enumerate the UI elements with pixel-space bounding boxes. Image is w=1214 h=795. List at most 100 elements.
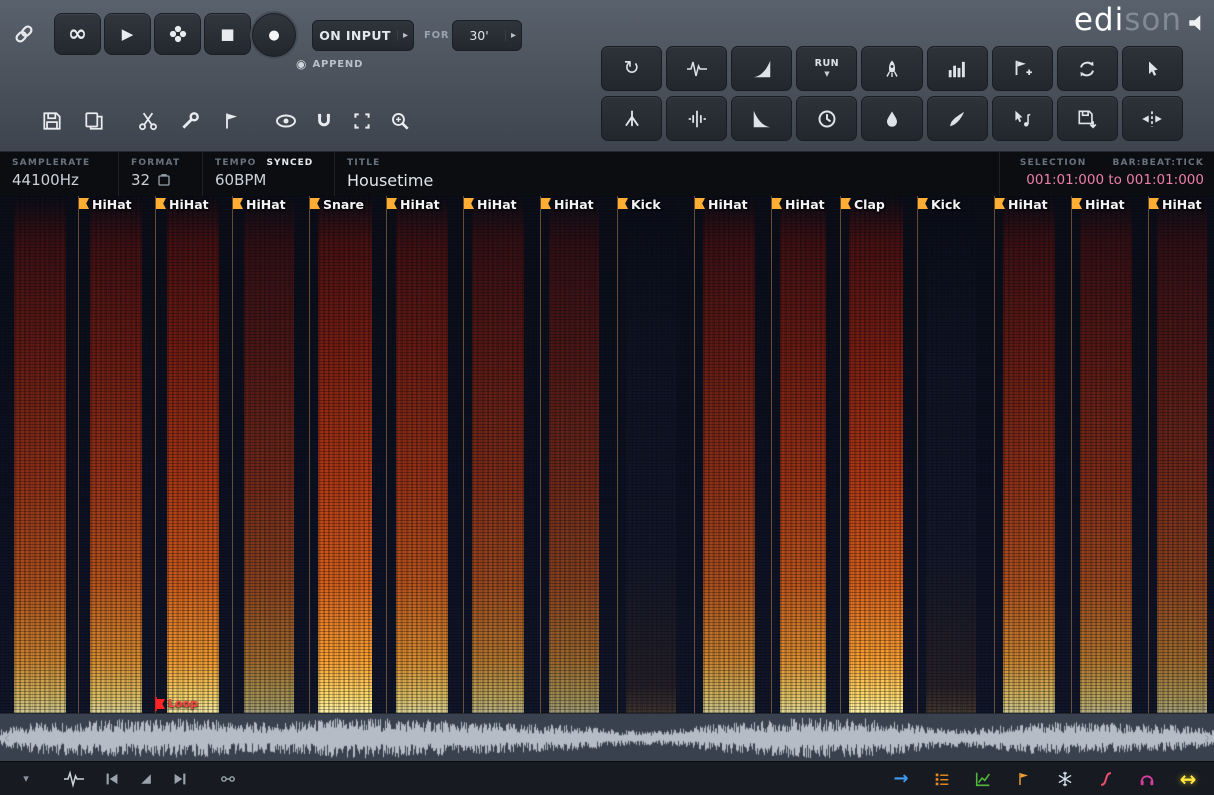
stretch-tool-button[interactable]	[1122, 96, 1183, 141]
harmonics-tool-button[interactable]	[666, 96, 727, 141]
send-to-playlist-button[interactable]: →	[889, 767, 913, 791]
tools-wrench-icon[interactable]	[176, 107, 204, 135]
marker-line	[155, 196, 156, 713]
stop-button[interactable]: ■	[204, 13, 251, 55]
spin-tool-button[interactable]: ↻	[601, 46, 662, 91]
spectrogram-band	[244, 196, 294, 713]
play-button[interactable]: ▶	[104, 13, 151, 55]
select-region-icon[interactable]	[348, 107, 376, 135]
loop-flag-icon[interactable]	[156, 699, 165, 709]
append-radio[interactable]: ◉ APPEND	[296, 58, 363, 70]
clover-button[interactable]	[154, 13, 201, 55]
declip-icon	[685, 58, 709, 80]
freeze-snowflake-button[interactable]	[1053, 767, 1077, 791]
fade-in-tool-button[interactable]	[731, 46, 792, 91]
link-dots-button[interactable]	[216, 767, 240, 791]
sample-title[interactable]: Housetime	[347, 171, 999, 190]
blur-tool-button[interactable]	[861, 96, 922, 141]
run-label: RUN	[815, 59, 839, 69]
spectrogram-band	[167, 196, 219, 713]
menu-caret-icon[interactable]: ▾	[14, 767, 38, 791]
convert-tool-button[interactable]	[1057, 46, 1118, 91]
cursor-icon	[1142, 58, 1162, 80]
bar-beat-tick-label: BAR:BEAT:TICK	[1112, 158, 1204, 168]
spectrogram-band	[780, 196, 826, 713]
marker-flag-button[interactable]	[1012, 767, 1036, 791]
run-script-button[interactable]: RUN▼	[796, 46, 857, 91]
scroll-right-arrow[interactable]: ›	[1200, 714, 1214, 762]
smudge-icon	[946, 108, 968, 130]
link-icon[interactable]	[12, 22, 36, 46]
time-tool-button[interactable]	[796, 96, 857, 141]
file-tools-row	[38, 102, 414, 140]
add-marker-icon	[1011, 58, 1033, 80]
cut-scissors-icon[interactable]	[134, 107, 162, 135]
view-eye-icon[interactable]	[272, 107, 300, 135]
send-to-score-button[interactable]	[992, 96, 1053, 141]
format-group: FORMAT 32	[118, 152, 202, 196]
bottom-right-tools: → ↔	[889, 767, 1200, 791]
marker-flag-icon[interactable]	[233, 198, 243, 209]
select-cursor-button[interactable]	[1122, 46, 1183, 91]
tool-grid: ↻ RUN▼	[601, 46, 1183, 141]
record-icon: ●	[268, 28, 279, 43]
overview-strip[interactable]: ‹ ›	[0, 713, 1214, 761]
duration-dropdown[interactable]: 30' ▸	[452, 20, 522, 51]
selection-range: 001:01:000 to 001:01:000	[1012, 172, 1204, 188]
samplerate-label: SAMPLERATE	[12, 158, 118, 168]
chevron-right-icon: ▸	[397, 30, 413, 41]
smooth-curve-button[interactable]	[1094, 767, 1118, 791]
snap-magnet-icon[interactable]	[310, 107, 338, 135]
duration-value: 30'	[453, 28, 505, 43]
tempo-synced-badge: SYNCED	[267, 158, 314, 168]
smudge-tool-button[interactable]	[927, 96, 988, 141]
marker-flag-icon[interactable]	[156, 198, 166, 209]
overview-waveform[interactable]	[0, 714, 1214, 762]
save-sample-button[interactable]	[1057, 96, 1118, 141]
record-mode-dropdown[interactable]: ON INPUT ▸	[312, 20, 414, 51]
add-marker-button[interactable]	[992, 46, 1053, 91]
rocket-tool-button[interactable]	[861, 46, 922, 91]
tempo-value: 60BPM	[215, 171, 334, 189]
save-arrow-icon	[1076, 108, 1098, 130]
marker-label: HiHat	[400, 197, 440, 212]
stats-tool-button[interactable]	[927, 46, 988, 91]
for-label: FOR	[424, 30, 449, 41]
zoom-icon[interactable]	[386, 107, 414, 135]
toolbar-header: ∞ ▶ ■ ● ON INPUT ▸ FOR 30' ▸ ◉ APPEND ed…	[0, 0, 1214, 152]
spectrogram-band	[849, 196, 903, 713]
denoise-tool-button[interactable]	[601, 96, 662, 141]
marker-flag-icon[interactable]	[79, 198, 89, 209]
spectrogram[interactable]: HiHatHiHatHiHatSnareHiHatHiHatHiHatKickH…	[0, 196, 1214, 713]
title-label: TITLE	[347, 158, 999, 168]
marker-line	[1071, 196, 1072, 713]
marker-line	[694, 196, 695, 713]
fade-out-tool-button[interactable]	[731, 96, 792, 141]
save-icon[interactable]	[38, 107, 66, 135]
marker-flag-icon[interactable]	[218, 107, 246, 135]
spectrogram-band	[396, 196, 448, 713]
edison-window: ∞ ▶ ■ ● ON INPUT ▸ FOR 30' ▸ ◉ APPEND ed…	[0, 0, 1214, 795]
title-group: TITLE Housetime	[334, 152, 999, 196]
scroll-left-arrow[interactable]: ‹	[0, 714, 14, 762]
spectrogram-band	[472, 196, 524, 713]
next-marker-button[interactable]	[168, 767, 192, 791]
copy-icon[interactable]	[80, 107, 108, 135]
loop-points-button[interactable]: ↔	[1176, 767, 1200, 791]
marker-label: HiHat	[477, 197, 517, 212]
loop-record-button[interactable]: ∞	[54, 13, 101, 55]
edison-logo: edison	[1074, 2, 1182, 38]
clover-icon	[168, 24, 188, 44]
transport-buttons: ∞ ▶ ■	[54, 13, 251, 55]
spectrogram-band	[926, 196, 976, 713]
record-button[interactable]: ●	[252, 13, 296, 57]
spectrogram-band	[14, 196, 66, 713]
prev-marker-button[interactable]	[100, 767, 124, 791]
marker-list-button[interactable]	[930, 767, 954, 791]
scrub-wave-icon[interactable]	[62, 767, 86, 791]
preview-headphones-button[interactable]	[1135, 767, 1159, 791]
analysis-chart-button[interactable]	[971, 767, 995, 791]
info-bar: SAMPLERATE 44100Hz FORMAT 32 TEMPOSYNCED…	[0, 152, 1214, 196]
declip-tool-button[interactable]	[666, 46, 727, 91]
fade-tool-button[interactable]	[134, 767, 158, 791]
